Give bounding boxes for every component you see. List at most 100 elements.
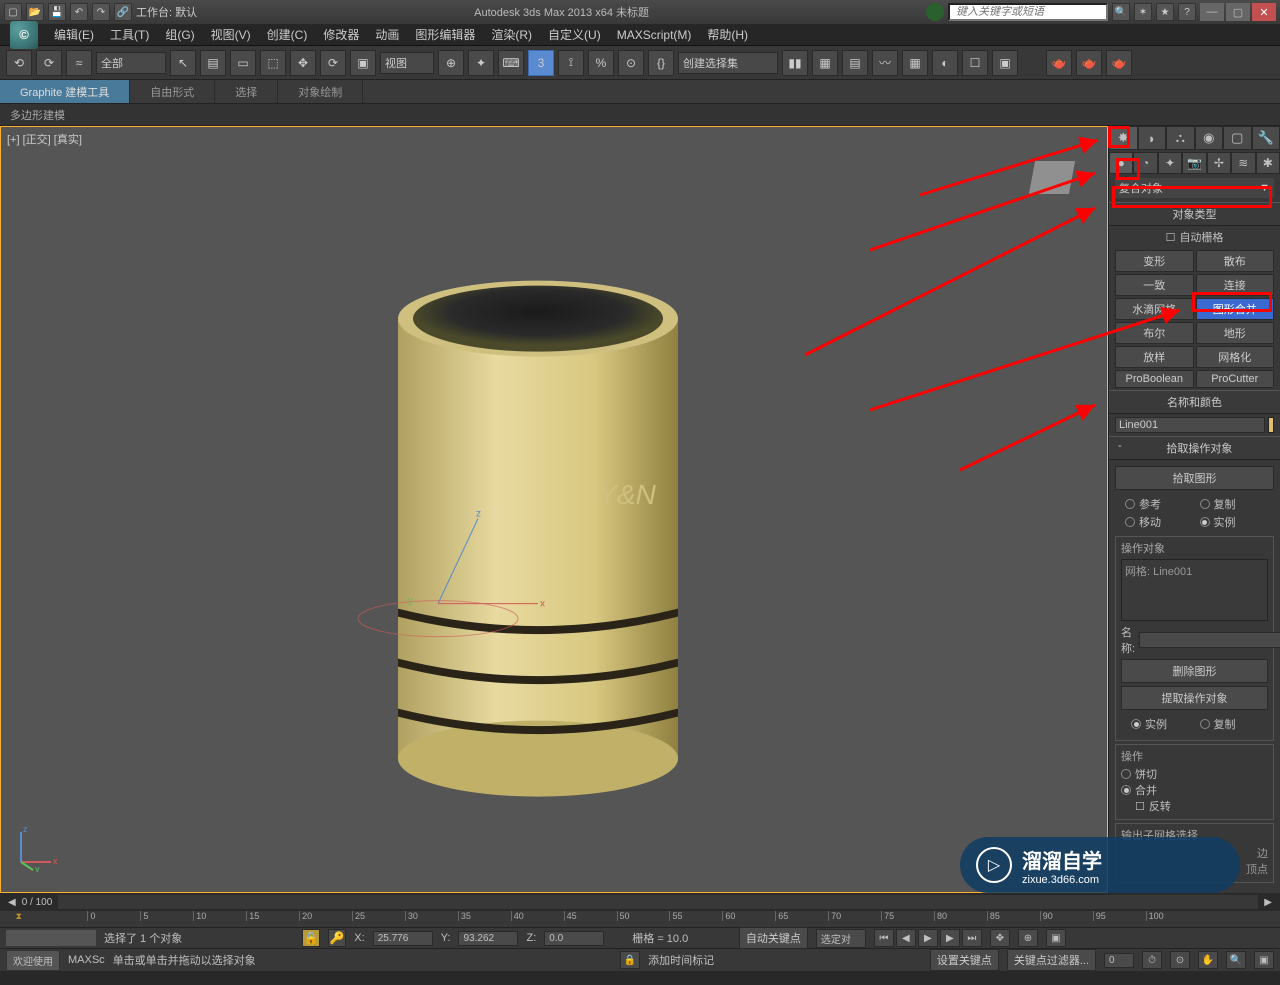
menu-group[interactable]: 组(G)	[159, 24, 200, 45]
object-type-button[interactable]: 地形	[1196, 322, 1275, 344]
pick-shape-button[interactable]: 拾取图形	[1115, 466, 1274, 490]
material-editor-icon[interactable]: ◐	[932, 50, 958, 76]
key-icon[interactable]: 🔑	[328, 929, 346, 947]
maxscript-label[interactable]: MAXSc	[68, 954, 105, 966]
auto-key-button[interactable]: 自动关键点	[739, 927, 808, 949]
radio-copy[interactable]: 复制	[1200, 496, 1265, 512]
minimize-button[interactable]: —	[1200, 3, 1224, 21]
cameras-subtab-icon[interactable]: 📷	[1182, 152, 1206, 174]
snap-toggle-icon[interactable]: 3	[528, 50, 554, 76]
goto-start-icon[interactable]: ⏮	[874, 929, 894, 947]
time-config-icon[interactable]: ⏱	[1142, 951, 1162, 969]
spacewarps-subtab-icon[interactable]: ≋	[1231, 152, 1255, 174]
selected-lock[interactable]: 选定对	[816, 929, 866, 948]
viewcube[interactable]	[1017, 147, 1087, 207]
maximize-button[interactable]: ▢	[1226, 3, 1250, 21]
pivot-icon[interactable]: ⊕	[438, 50, 464, 76]
link-icon[interactable]: 🔗	[114, 3, 132, 21]
viewport-label[interactable]: [+] [正交] [真实]	[7, 131, 82, 147]
radio-move[interactable]: 移动	[1125, 514, 1190, 530]
named-selection-dropdown[interactable]: 创建选择集	[678, 52, 778, 74]
select-tool-icon[interactable]: ↖	[170, 50, 196, 76]
window-crossing-icon[interactable]: ⬚	[260, 50, 286, 76]
set-key-button[interactable]: 设置关键点	[930, 949, 999, 971]
hierarchy-tab-icon[interactable]: ⛬	[1166, 126, 1195, 150]
new-icon[interactable]: ▢	[4, 3, 22, 21]
coord-z[interactable]: 0.0	[544, 931, 604, 946]
ribbon-tab-freeform[interactable]: 自由形式	[130, 80, 215, 103]
lights-subtab-icon[interactable]: ✦	[1158, 152, 1182, 174]
undo-icon[interactable]: ↶	[70, 3, 88, 21]
link-tool-icon[interactable]: ⟲	[6, 50, 32, 76]
nav-icon-2[interactable]: ⊕	[1018, 929, 1038, 947]
rendered-object[interactable]: z x y	[338, 218, 738, 838]
timeline-slider[interactable]	[58, 895, 1258, 909]
key-filter-button[interactable]: 关键点过滤器...	[1007, 949, 1096, 971]
play-icon[interactable]: ▶	[918, 929, 938, 947]
tool-icon-1[interactable]: ✶	[1134, 3, 1152, 21]
helpers-subtab-icon[interactable]: ✢	[1207, 152, 1231, 174]
nav-icon-6[interactable]: 🔍	[1226, 951, 1246, 969]
menu-edit[interactable]: 编辑(E)	[48, 24, 100, 45]
spinner-snap-icon[interactable]: ⊙	[618, 50, 644, 76]
selection-filter-dropdown[interactable]: 全部	[96, 52, 166, 74]
nav-icon-3[interactable]: ▣	[1046, 929, 1066, 947]
keyboard-icon[interactable]: ⌨	[498, 50, 524, 76]
schematic-icon[interactable]: ▦	[902, 50, 928, 76]
radio-reference[interactable]: 参考	[1125, 496, 1190, 512]
menu-view[interactable]: 视图(V)	[205, 24, 257, 45]
close-button[interactable]: ✕	[1252, 3, 1276, 21]
scale-tool-icon[interactable]: ▣	[350, 50, 376, 76]
menu-custom[interactable]: 自定义(U)	[542, 24, 607, 45]
radio-copy-2[interactable]: 复制	[1200, 716, 1259, 732]
percent-snap-icon[interactable]: %	[588, 50, 614, 76]
redo-icon[interactable]: ↷	[92, 3, 110, 21]
render-icon[interactable]: 🫖	[1046, 50, 1072, 76]
category-dropdown[interactable]: 复合对象▼	[1115, 178, 1274, 198]
geometry-subtab-icon[interactable]: ●	[1109, 152, 1133, 174]
info-icon[interactable]	[926, 3, 944, 21]
check-invert[interactable]: ☐反转	[1135, 798, 1268, 814]
object-type-button[interactable]: 布尔	[1115, 322, 1194, 344]
material-swatch[interactable]	[6, 930, 96, 946]
search-input[interactable]	[948, 3, 1108, 21]
object-type-button[interactable]: 变形	[1115, 250, 1194, 272]
frame-input[interactable]: 0	[1104, 953, 1134, 968]
render-prod-icon[interactable]: 🫖	[1076, 50, 1102, 76]
lock-sel-icon[interactable]: 🔒	[620, 951, 640, 969]
utilities-tab-icon[interactable]: 🔧	[1252, 126, 1280, 150]
menu-maxscript[interactable]: MAXScript(M)	[611, 26, 698, 44]
object-type-button[interactable]: 水滴网格	[1115, 298, 1194, 320]
motion-tab-icon[interactable]: ◉	[1195, 126, 1224, 150]
object-type-button[interactable]: 散布	[1196, 250, 1275, 272]
add-time-tag[interactable]: 添加时间标记	[648, 952, 714, 968]
app-logo[interactable]: ©	[10, 21, 38, 49]
radio-cookie[interactable]: 饼切	[1121, 766, 1268, 782]
checkbox-icon[interactable]: ☐	[1166, 231, 1176, 244]
radio-instance[interactable]: 实例	[1200, 514, 1265, 530]
next-frame-icon[interactable]: ▶	[940, 929, 960, 947]
rollup-object-type[interactable]: 对象类型	[1109, 202, 1280, 226]
rollup-pick-operand[interactable]: -拾取操作对象	[1109, 436, 1280, 460]
menu-modifier[interactable]: 修改器	[317, 24, 365, 45]
nav-icon-1[interactable]: ✥	[990, 929, 1010, 947]
rotate-tool-icon[interactable]: ⟳	[320, 50, 346, 76]
manip-icon[interactable]: ✦	[468, 50, 494, 76]
extract-operand-button[interactable]: 提取操作对象	[1121, 686, 1268, 710]
object-type-button[interactable]: ProCutter	[1196, 370, 1275, 388]
lock-icon[interactable]: 🔒	[302, 929, 320, 947]
delete-shape-button[interactable]: 删除图形	[1121, 659, 1268, 683]
teapot-icon[interactable]: 🫖	[1106, 50, 1132, 76]
nav-icon-5[interactable]: ✋	[1198, 951, 1218, 969]
save-icon[interactable]: 💾	[48, 3, 66, 21]
workspace-label[interactable]: 工作台: 默认	[136, 4, 197, 20]
curve-editor-icon[interactable]: 〰	[872, 50, 898, 76]
ribbon-tab-paint[interactable]: 对象绘制	[278, 80, 363, 103]
object-type-button[interactable]: ProBoolean	[1115, 370, 1194, 388]
render-setup-icon[interactable]: ☐	[962, 50, 988, 76]
render-frame-icon[interactable]: ▣	[992, 50, 1018, 76]
menu-render[interactable]: 渲染(R)	[485, 24, 538, 45]
object-type-button[interactable]: 放样	[1115, 346, 1194, 368]
menu-tools[interactable]: 工具(T)	[104, 24, 155, 45]
display-tab-icon[interactable]: ▢	[1223, 126, 1252, 150]
